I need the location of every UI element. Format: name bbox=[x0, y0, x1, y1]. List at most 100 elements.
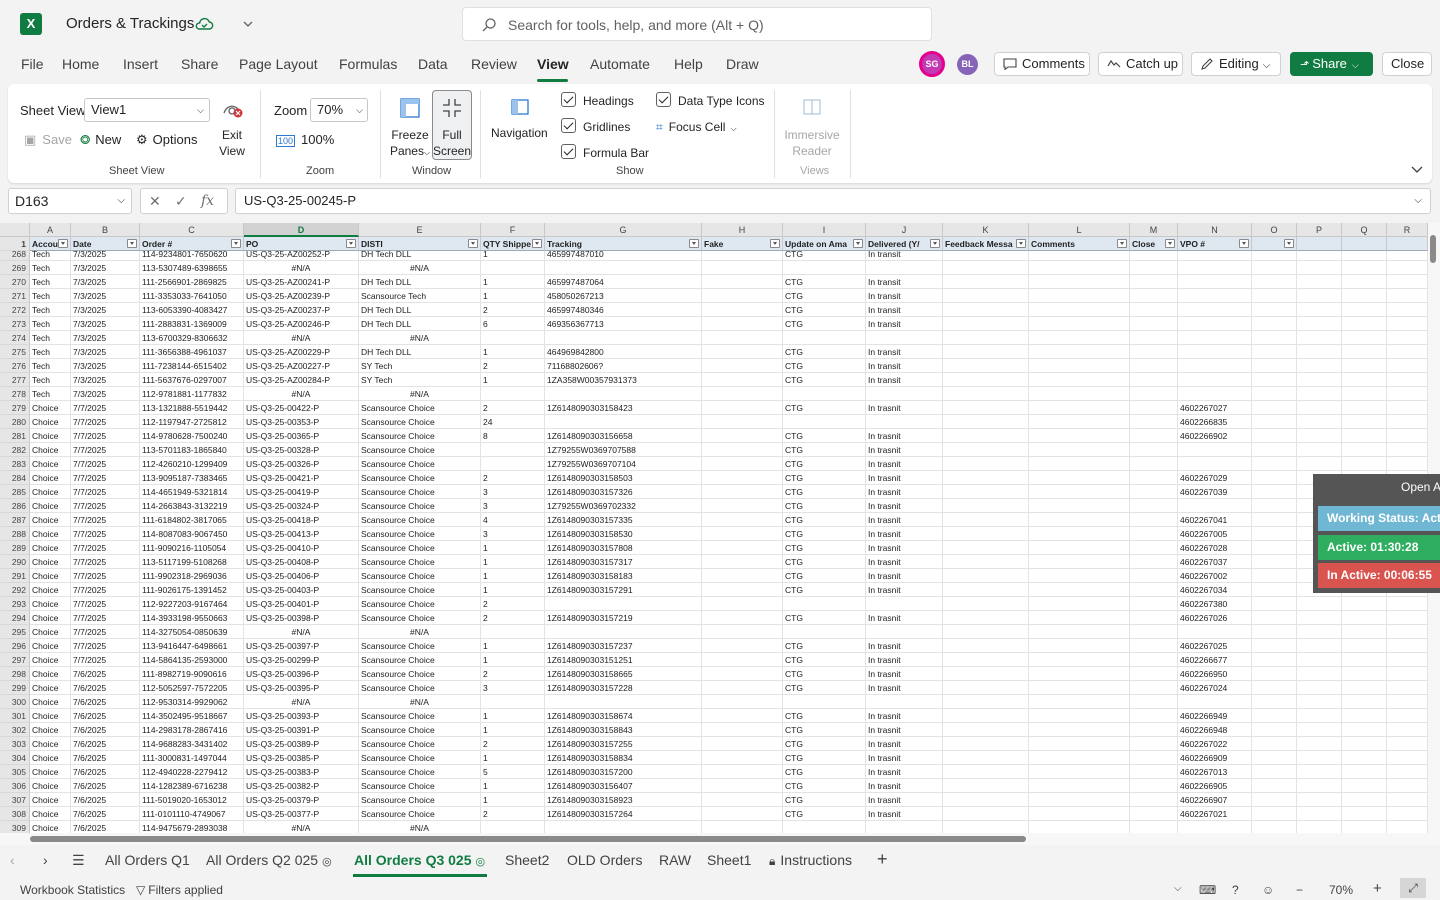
table-cell[interactable]: US-Q3-25-00385-P bbox=[244, 751, 359, 765]
table-cell[interactable]: 1 bbox=[481, 275, 545, 289]
tab-all-orders-q2[interactable]: All Orders Q2 025 ◎ bbox=[206, 852, 332, 868]
menu-automate[interactable]: Automate bbox=[590, 56, 650, 72]
table-cell[interactable] bbox=[1252, 583, 1297, 597]
table-cell[interactable]: #N/A bbox=[244, 695, 359, 709]
table-cell[interactable]: CTG bbox=[783, 289, 866, 303]
table-cell[interactable] bbox=[943, 611, 1029, 625]
table-cell[interactable]: 1 bbox=[481, 751, 545, 765]
table-cell[interactable]: Scansource Choice bbox=[359, 765, 481, 779]
table-cell[interactable] bbox=[1252, 555, 1297, 569]
table-cell[interactable] bbox=[943, 681, 1029, 695]
table-cell[interactable] bbox=[1252, 723, 1297, 737]
table-cell[interactable]: 7/7/2025 bbox=[71, 513, 140, 527]
table-cell[interactable]: US-Q3-25-00396-P bbox=[244, 667, 359, 681]
table-cell[interactable]: CTG bbox=[783, 443, 866, 457]
table-cell[interactable]: 1Z6148090303158183 bbox=[545, 569, 702, 583]
table-cell[interactable] bbox=[1342, 401, 1387, 415]
focus-cell-button[interactable]: ⌗ Focus Cell ⌵ bbox=[656, 120, 737, 135]
filter-dropdown-icon[interactable] bbox=[1165, 239, 1175, 248]
filter-dropdown-icon[interactable] bbox=[1284, 239, 1294, 248]
table-cell[interactable]: In trasnit bbox=[866, 471, 943, 485]
table-cell[interactable] bbox=[1387, 387, 1428, 401]
table-cell[interactable]: Choice bbox=[30, 709, 71, 723]
table-cell[interactable] bbox=[1178, 289, 1252, 303]
table-cell[interactable] bbox=[1130, 653, 1178, 667]
table-cell[interactable] bbox=[1342, 359, 1387, 373]
table-cell[interactable] bbox=[1130, 443, 1178, 457]
table-cell[interactable] bbox=[1387, 681, 1428, 695]
table-cell[interactable] bbox=[1387, 597, 1428, 611]
table-cell[interactable] bbox=[1130, 415, 1178, 429]
row-header[interactable]: 289 bbox=[0, 541, 30, 555]
table-cell[interactable] bbox=[1029, 415, 1130, 429]
horizontal-scroll-thumb[interactable] bbox=[30, 836, 1026, 842]
table-cell[interactable]: In trasnit bbox=[866, 653, 943, 667]
table-cell[interactable]: CTG bbox=[783, 303, 866, 317]
table-cell[interactable]: US-Q3-25-00391-P bbox=[244, 723, 359, 737]
table-cell[interactable] bbox=[1130, 331, 1178, 345]
table-cell[interactable]: 112-1197947-2725812 bbox=[140, 415, 244, 429]
table-cell[interactable]: CTG bbox=[783, 527, 866, 541]
table-cell[interactable] bbox=[1029, 723, 1130, 737]
table-cell[interactable]: Scansource Choice bbox=[359, 485, 481, 499]
table-cell[interactable]: Scansource Tech bbox=[359, 289, 481, 303]
row-header[interactable]: 278 bbox=[0, 387, 30, 401]
table-cell[interactable] bbox=[1342, 387, 1387, 401]
table-cell[interactable] bbox=[702, 513, 783, 527]
table-cell[interactable]: US-Q3-25-00419-P bbox=[244, 485, 359, 499]
zoom-100-button[interactable]: 100 100% bbox=[276, 132, 334, 147]
table-cell[interactable]: 7/6/2025 bbox=[71, 723, 140, 737]
table-cell[interactable]: Choice bbox=[30, 401, 71, 415]
table-cell[interactable] bbox=[1130, 737, 1178, 751]
table-cell[interactable]: #N/A bbox=[244, 387, 359, 401]
table-cell[interactable]: Choice bbox=[30, 751, 71, 765]
row-header[interactable]: 309 bbox=[0, 821, 30, 833]
table-cell[interactable] bbox=[1342, 779, 1387, 793]
table-cell[interactable]: Scansource Choice bbox=[359, 513, 481, 527]
table-cell[interactable] bbox=[1029, 555, 1130, 569]
navigation-button[interactable]: Navigation bbox=[491, 126, 548, 140]
table-cell[interactable]: 1Z6148090303158503 bbox=[545, 471, 702, 485]
table-cell[interactable] bbox=[1029, 317, 1130, 331]
table-cell[interactable]: 113-1321888-5519442 bbox=[140, 401, 244, 415]
table-cell[interactable] bbox=[1252, 751, 1297, 765]
table-cell[interactable]: In trasnit bbox=[866, 667, 943, 681]
table-cell[interactable] bbox=[1130, 723, 1178, 737]
table-cell[interactable]: Choice bbox=[30, 625, 71, 639]
table-cell[interactable]: #N/A bbox=[359, 331, 481, 345]
table-cell[interactable]: 4602266905 bbox=[1178, 779, 1252, 793]
table-cell[interactable]: CTG bbox=[783, 499, 866, 513]
table-cell[interactable] bbox=[1297, 681, 1342, 695]
table-cell[interactable] bbox=[1252, 793, 1297, 807]
table-cell[interactable]: Tech bbox=[30, 345, 71, 359]
table-cell[interactable]: 4602267013 bbox=[1178, 765, 1252, 779]
table-cell[interactable]: In transit bbox=[866, 373, 943, 387]
table-cell[interactable] bbox=[1252, 569, 1297, 583]
tab-all-orders-q3[interactable]: All Orders Q3 025 ◎ bbox=[354, 852, 485, 868]
table-cell[interactable]: 114-3933198-9550663 bbox=[140, 611, 244, 625]
table-cell[interactable] bbox=[1029, 443, 1130, 457]
table-cell[interactable]: 1Z6148090303157335 bbox=[545, 513, 702, 527]
table-cell[interactable] bbox=[1029, 807, 1130, 821]
table-cell[interactable] bbox=[943, 569, 1029, 583]
table-cell[interactable]: 7/3/2025 bbox=[71, 317, 140, 331]
row-header[interactable]: 280 bbox=[0, 415, 30, 429]
column-header-k[interactable]: K bbox=[943, 223, 1029, 237]
table-cell[interactable]: Choice bbox=[30, 555, 71, 569]
table-cell[interactable] bbox=[702, 793, 783, 807]
table-cell[interactable] bbox=[943, 303, 1029, 317]
table-cell[interactable] bbox=[1130, 709, 1178, 723]
table-cell[interactable] bbox=[1029, 583, 1130, 597]
table-cell[interactable] bbox=[702, 401, 783, 415]
scroll-tabs-right-icon[interactable]: › bbox=[43, 852, 48, 868]
table-cell[interactable] bbox=[1029, 303, 1130, 317]
table-cell[interactable] bbox=[702, 527, 783, 541]
table-cell[interactable] bbox=[702, 485, 783, 499]
table-cell[interactable] bbox=[1130, 275, 1178, 289]
collapse-ribbon-icon[interactable] bbox=[1410, 164, 1424, 176]
table-cell[interactable] bbox=[1130, 513, 1178, 527]
table-cell[interactable] bbox=[1387, 429, 1428, 443]
table-cell[interactable] bbox=[1252, 779, 1297, 793]
table-cell[interactable]: 7/7/2025 bbox=[71, 569, 140, 583]
table-cell[interactable] bbox=[1297, 443, 1342, 457]
